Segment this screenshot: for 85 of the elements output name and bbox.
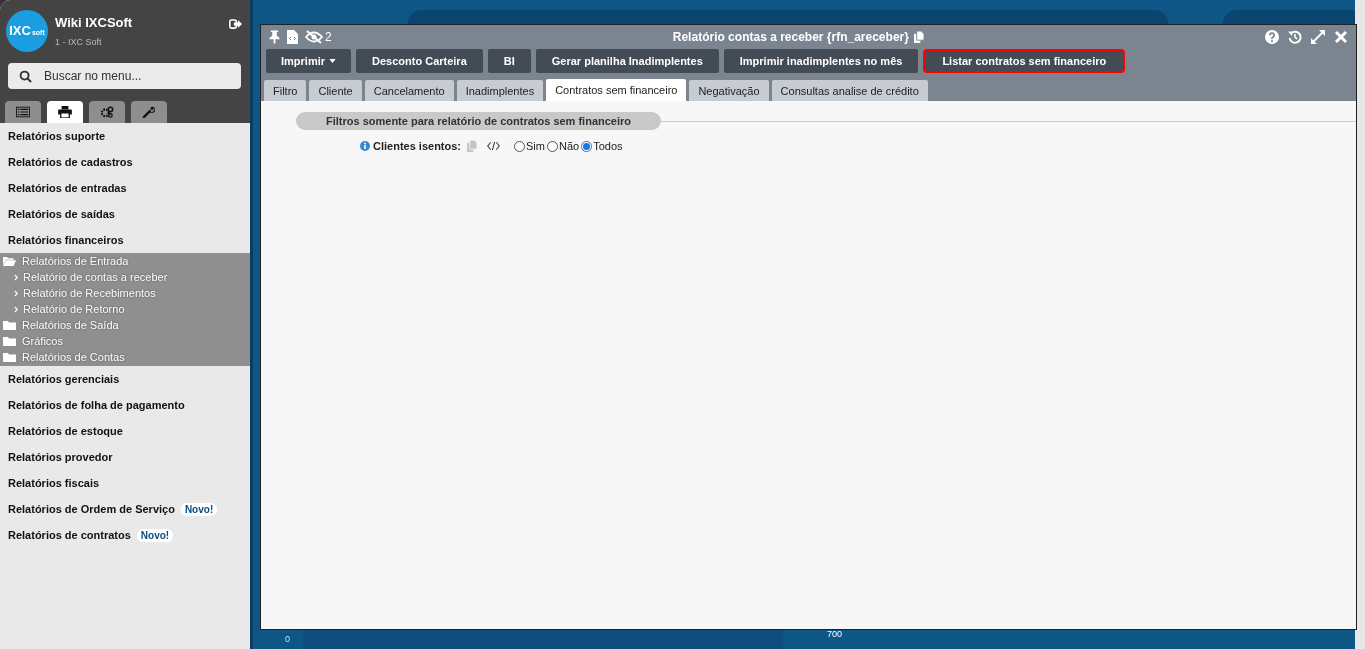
menu-item-label: Relatórios de contratos xyxy=(8,529,131,541)
menu-item[interactable]: Relatórios de contratos Novo! xyxy=(0,522,250,548)
action-button[interactable]: Desconto Carteira xyxy=(356,49,483,73)
folder-icon xyxy=(3,352,16,362)
folder-icon xyxy=(3,336,16,346)
logout-icon[interactable] xyxy=(229,18,242,30)
search-icon xyxy=(19,70,32,83)
menu-item[interactable]: Relatórios de estoque xyxy=(0,418,250,444)
menu-item[interactable]: Relatórios fiscais xyxy=(0,470,250,496)
field-label: Clientes isentos: xyxy=(373,140,462,152)
info-icon[interactable] xyxy=(360,141,370,151)
wrench-icon xyxy=(142,106,156,118)
list-icon xyxy=(16,106,30,118)
menu-item[interactable]: Relatórios provedor xyxy=(0,444,250,470)
radio-button[interactable] xyxy=(514,140,526,152)
action-button[interactable]: Imprimir inadimplentes no mês xyxy=(723,49,919,73)
new-badge: Novo! xyxy=(136,528,174,542)
radio-label: Não xyxy=(559,140,580,152)
menu-item[interactable]: Relatórios de cadastros xyxy=(0,149,250,175)
menu-item-label: Relatórios financeiros xyxy=(8,234,124,246)
menu-item-label: Relatórios de cadastros xyxy=(8,156,133,168)
action-button[interactable]: Listar contratos sem financeiro xyxy=(923,49,1126,73)
menu-item[interactable]: Relatórios gerenciais xyxy=(0,366,250,392)
menu-item-label: Relatórios de Ordem de Serviço xyxy=(8,503,175,515)
open-folder-icon xyxy=(3,256,16,266)
menu-item[interactable]: Relatórios suporte xyxy=(0,123,250,149)
folder-label: Relatórios de Saída xyxy=(22,319,119,331)
tab[interactable]: Inadimplentes xyxy=(456,80,544,101)
menu-item[interactable]: Relatórios de Ordem de Serviço Novo! xyxy=(0,496,250,522)
action-button[interactable]: Imprimir xyxy=(266,49,351,73)
tab[interactable]: Cancelamento xyxy=(364,80,454,101)
menu-item-label: Relatórios de entradas xyxy=(8,182,127,194)
section-header: Filtros somente para relatório de contratos sem financeiro xyxy=(296,112,662,130)
eye-slash-icon[interactable] xyxy=(305,30,323,44)
radio-label: Todos xyxy=(593,140,623,152)
folder-label: Relatórios de Contas xyxy=(22,351,125,363)
new-badge: Novo! xyxy=(180,502,218,516)
help-icon[interactable] xyxy=(1265,30,1279,44)
axis-label: 700 xyxy=(827,629,843,639)
expand-icon[interactable] xyxy=(1311,30,1325,44)
folder-label: Relatórios de Entrada xyxy=(22,255,129,267)
radio-label: Sim xyxy=(526,140,545,152)
app-title: Wiki IXCSoft xyxy=(55,15,134,30)
menu-item-label: Relatórios suporte xyxy=(8,130,106,142)
menu-item[interactable]: Relatórios de folha de pagamento xyxy=(0,392,250,418)
report-label: Relatório de contas a receber xyxy=(23,271,168,283)
tab[interactable]: Contratos sem financeiro xyxy=(546,79,687,101)
folder-label: Gráficos xyxy=(22,335,63,347)
radio-button[interactable] xyxy=(581,140,593,152)
menu-item-label: Relatórios fiscais xyxy=(8,477,100,489)
window-title: Relatório contas a receber {rfn_areceber} xyxy=(672,30,909,44)
tab[interactable]: Negativação xyxy=(689,80,769,101)
menu-item-label: Relatórios provedor xyxy=(8,451,113,463)
report-label: Relatório de Retorno xyxy=(23,303,125,315)
sidebar-tab[interactable] xyxy=(89,101,125,123)
tab[interactable]: Filtro xyxy=(264,80,307,101)
report-label: Relatório de Recebimentos xyxy=(23,287,156,299)
radio-button[interactable] xyxy=(547,140,558,152)
menu-item-label: Relatórios gerenciais xyxy=(8,373,120,385)
code-icon[interactable] xyxy=(487,141,501,151)
action-button[interactable]: Gerar planilha Inadimplentes xyxy=(535,49,719,73)
gears-icon xyxy=(100,106,114,118)
printer-icon xyxy=(58,106,72,118)
menu-item[interactable]: Relatórios financeiros xyxy=(0,227,250,253)
menu-item[interactable]: Relatórios de saídas xyxy=(0,201,250,227)
menu-item-label: Relatórios de saídas xyxy=(8,208,115,220)
company-name: 1 - IXC Soft xyxy=(55,37,103,47)
search-field[interactable]: Buscar no menu... xyxy=(8,63,241,89)
menu-item[interactable]: Relatórios de entradas xyxy=(0,175,250,201)
caret-icon xyxy=(329,59,336,63)
close-icon[interactable] xyxy=(1334,30,1348,44)
axis-label: 0 xyxy=(285,634,290,644)
menu-item-label: Relatórios de estoque xyxy=(8,425,123,437)
tab[interactable]: Consultas analise de crédito xyxy=(771,80,928,101)
hidden-count: 2 xyxy=(325,30,332,44)
history-icon[interactable] xyxy=(1288,30,1302,44)
sidebar-tab[interactable] xyxy=(47,101,83,123)
pin-icon[interactable] xyxy=(269,30,280,44)
action-button[interactable]: BI xyxy=(487,49,531,73)
tab[interactable]: Cliente xyxy=(309,80,362,101)
menu-item-label: Relatórios de folha de pagamento xyxy=(8,399,185,411)
code-file-icon[interactable] xyxy=(287,30,298,44)
folder-icon xyxy=(3,320,16,330)
copy-icon[interactable] xyxy=(913,31,924,43)
logo-text: IXC xyxy=(9,23,31,38)
